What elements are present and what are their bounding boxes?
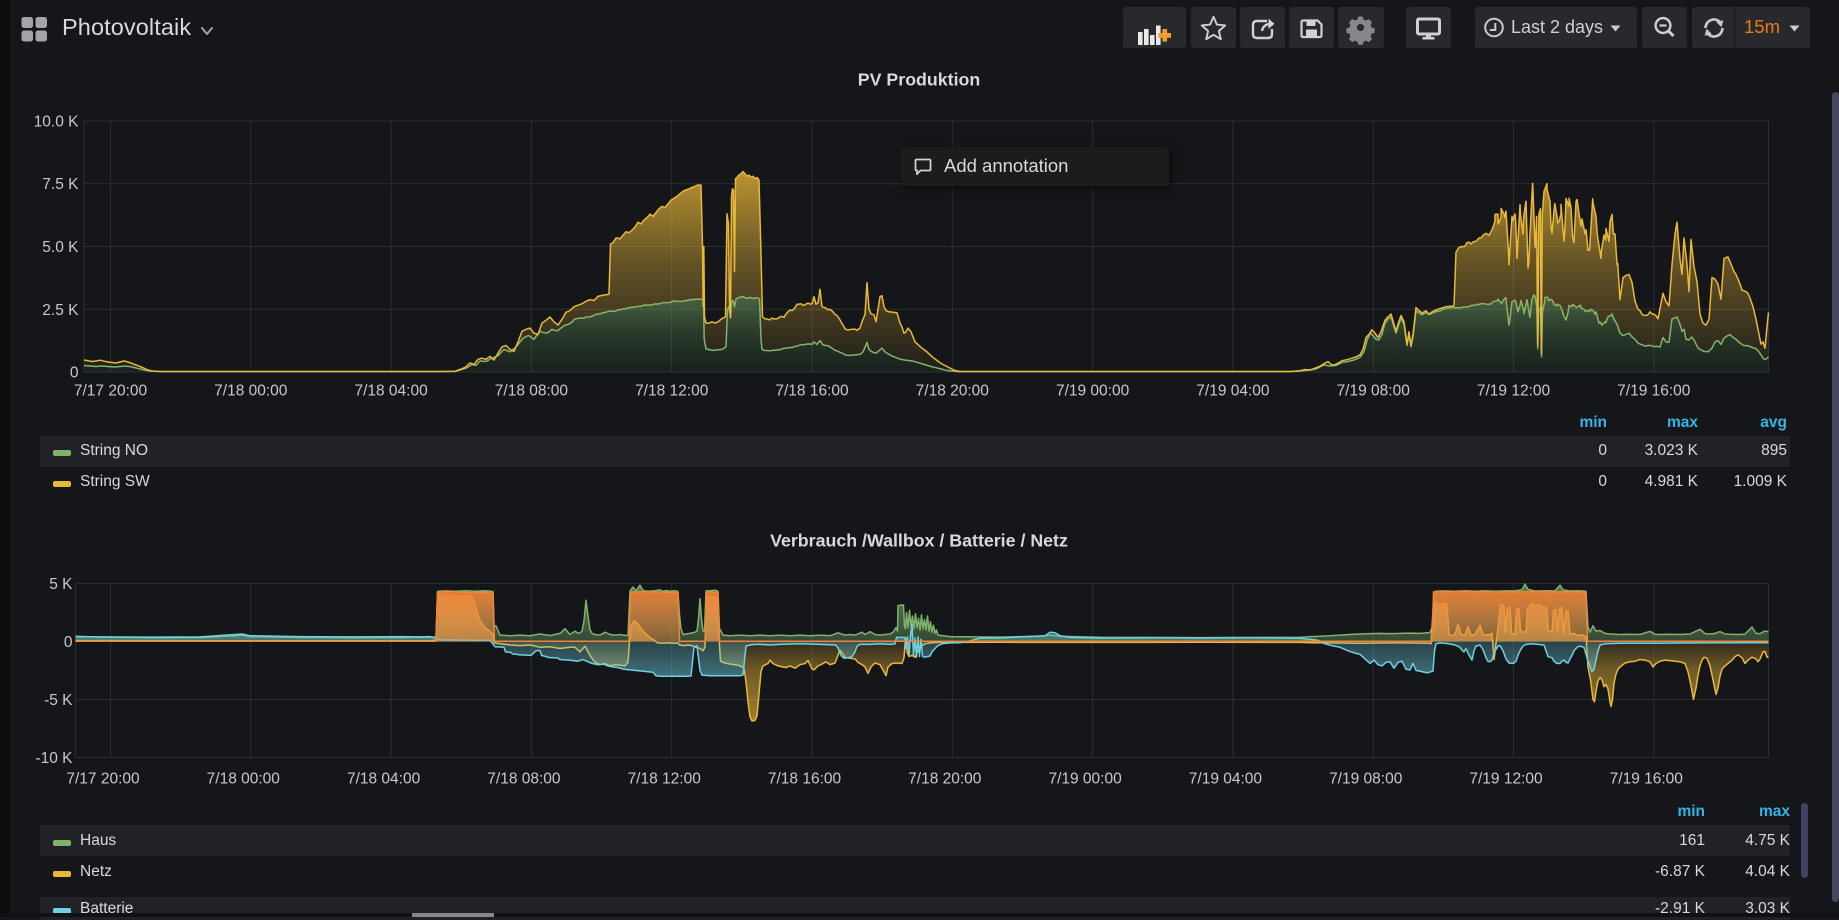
svg-text:0: 0 — [70, 365, 79, 382]
svg-text:2.5 K: 2.5 K — [42, 302, 79, 319]
svg-text:7/18 04:00: 7/18 04:00 — [347, 771, 421, 788]
svg-text:7/17 20:00: 7/17 20:00 — [66, 771, 140, 788]
svg-text:10.0 K: 10.0 K — [34, 114, 79, 131]
svg-text:7/18 00:00: 7/18 00:00 — [214, 383, 288, 400]
svg-text:7/18 16:00: 7/18 16:00 — [775, 383, 849, 400]
svg-text:7/19 04:00: 7/19 04:00 — [1189, 771, 1263, 788]
svg-text:7/19 12:00: 7/19 12:00 — [1477, 383, 1551, 400]
svg-text:-10 K: -10 K — [35, 750, 73, 767]
svg-text:7/19 16:00: 7/19 16:00 — [1610, 771, 1684, 788]
svg-text:7/18 12:00: 7/18 12:00 — [635, 383, 709, 400]
svg-text:7.5 K: 7.5 K — [42, 176, 79, 193]
svg-text:7/18 08:00: 7/18 08:00 — [487, 771, 561, 788]
svg-text:7/18 20:00: 7/18 20:00 — [916, 383, 990, 400]
svg-text:7/19 08:00: 7/19 08:00 — [1329, 771, 1403, 788]
svg-text:7/18 04:00: 7/18 04:00 — [354, 383, 428, 400]
svg-text:7/19 00:00: 7/19 00:00 — [1048, 771, 1122, 788]
svg-text:5 K: 5 K — [49, 576, 73, 593]
svg-text:0: 0 — [64, 634, 73, 651]
svg-text:5.0 K: 5.0 K — [42, 239, 79, 256]
svg-text:Verbrauch /Wallbox / Batterie: Verbrauch /Wallbox / Batterie / Netz — [770, 531, 1068, 551]
svg-text:7/19 08:00: 7/19 08:00 — [1337, 383, 1411, 400]
svg-text:7/17 20:00: 7/17 20:00 — [74, 383, 148, 400]
svg-text:7/19 16:00: 7/19 16:00 — [1617, 383, 1691, 400]
svg-text:7/19 12:00: 7/19 12:00 — [1469, 771, 1543, 788]
svg-text:7/18 16:00: 7/18 16:00 — [768, 771, 842, 788]
svg-text:PV Produktion: PV Produktion — [858, 70, 981, 90]
svg-text:7/19 04:00: 7/19 04:00 — [1196, 383, 1270, 400]
svg-text:-5 K: -5 K — [44, 692, 73, 709]
svg-text:7/19 00:00: 7/19 00:00 — [1056, 383, 1130, 400]
svg-text:7/18 08:00: 7/18 08:00 — [495, 383, 569, 400]
svg-text:7/18 00:00: 7/18 00:00 — [207, 771, 281, 788]
svg-text:7/18 12:00: 7/18 12:00 — [628, 771, 702, 788]
svg-text:7/18 20:00: 7/18 20:00 — [908, 771, 982, 788]
